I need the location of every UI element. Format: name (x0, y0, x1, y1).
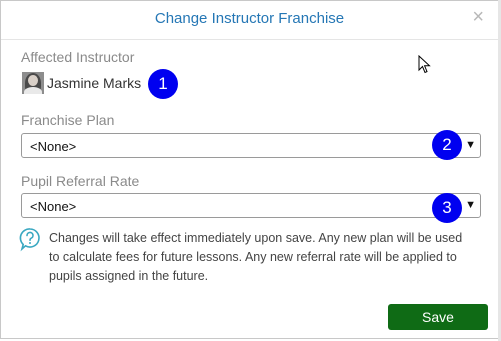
affected-instructor-label: Affected Instructor (21, 49, 135, 65)
franchise-plan-select[interactable]: <None> ▼ (21, 133, 481, 158)
pupil-referral-rate-select[interactable]: <None> ▼ (21, 193, 481, 218)
pupil-referral-rate-value: <None> (30, 199, 77, 214)
change-franchise-dialog: Change Instructor Franchise × Affected I… (0, 0, 499, 339)
affected-instructor: Jasmine Marks (22, 72, 141, 94)
step-badge-2: 2 (432, 130, 462, 160)
pupil-referral-rate-label: Pupil Referral Rate (21, 173, 140, 189)
instructor-name: Jasmine Marks (47, 75, 142, 91)
franchise-plan-label: Franchise Plan (21, 112, 115, 128)
step-badge-1: 1 (148, 69, 178, 99)
close-icon[interactable]: × (472, 7, 484, 27)
mouse-cursor-icon (418, 55, 431, 74)
chevron-down-icon: ▼ (465, 199, 476, 211)
info-message: Changes will take effect immediately upo… (49, 231, 463, 283)
question-icon (19, 228, 40, 252)
avatar (22, 72, 44, 94)
franchise-plan-value: <None> (30, 139, 77, 154)
save-button[interactable]: Save (388, 304, 488, 330)
chevron-down-icon: ▼ (465, 139, 476, 151)
dialog-header: Change Instructor Franchise × (1, 1, 498, 40)
dialog-title: Change Instructor Franchise (154, 10, 345, 27)
step-badge-3: 3 (432, 193, 462, 223)
